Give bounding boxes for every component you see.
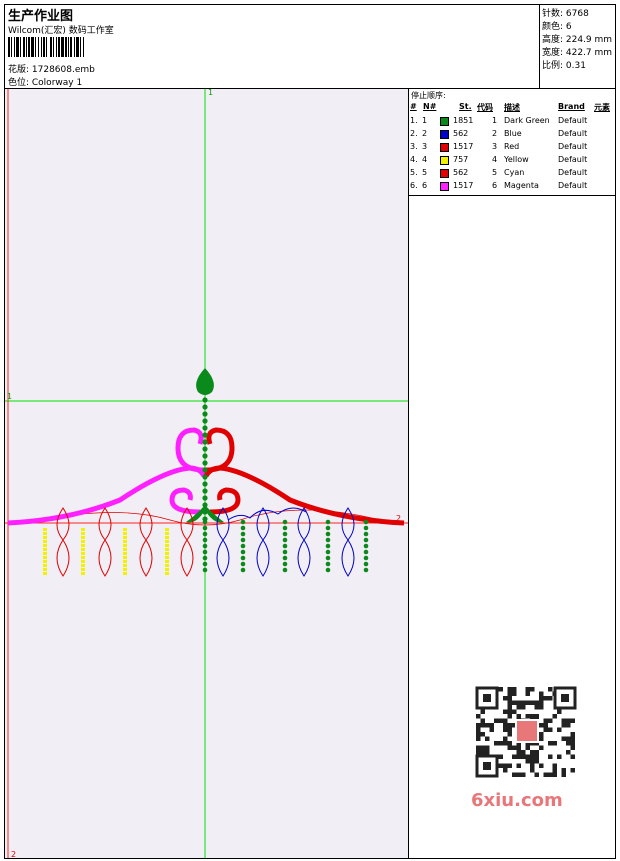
qr-code-icon[interactable]	[470, 682, 582, 782]
guide-label-h1: 1	[7, 392, 12, 401]
magenta-scroll-top	[175, 427, 205, 473]
guide-label-v1: 1	[208, 88, 213, 97]
watermark-brand: 6xiu.com	[471, 790, 563, 811]
blue-wave	[227, 507, 307, 521]
green-leaf-top	[196, 368, 214, 395]
red-scroll-top	[205, 427, 235, 473]
guide-label-v2: 2	[11, 850, 16, 859]
